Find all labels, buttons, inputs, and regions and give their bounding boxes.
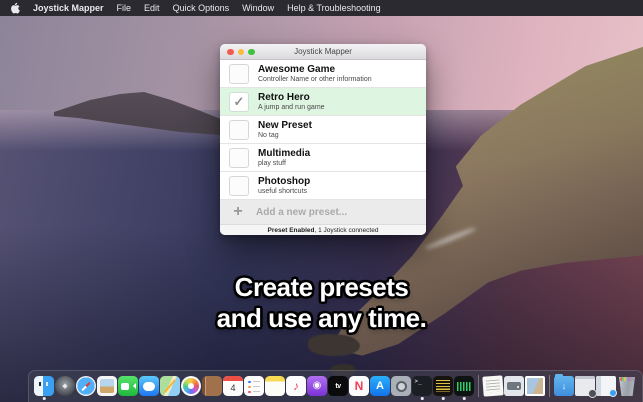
running-indicator xyxy=(420,397,424,400)
dock-icon-news[interactable]: N xyxy=(349,376,369,396)
wallpaper-rock xyxy=(308,334,360,356)
caption-line-1: Create presets xyxy=(234,272,409,302)
news-glyph: N xyxy=(354,379,364,393)
dock-icon-notes[interactable] xyxy=(265,376,285,396)
apple-menu-icon[interactable] xyxy=(10,2,20,14)
dock-icon-reminders[interactable] xyxy=(244,376,264,396)
preset-checkbox[interactable] xyxy=(229,119,249,140)
window-titlebar[interactable]: Joystick Mapper xyxy=(220,44,426,60)
zoom-button[interactable] xyxy=(248,48,255,55)
terminal-glyph: >_ xyxy=(414,377,422,385)
preset-tag: Controller Name or other information xyxy=(258,75,372,83)
dock-icon-facetime[interactable] xyxy=(118,376,138,396)
dock-icon-terminal[interactable]: >_ xyxy=(412,376,432,400)
app-store-glyph: A xyxy=(376,379,384,392)
dock-icon-finder[interactable] xyxy=(34,376,54,400)
status-preset-enabled: Preset Enabled xyxy=(267,226,315,234)
running-indicator xyxy=(462,397,466,400)
dock: ◆ 4 ♪ ◉ tv N A >_ ↓ xyxy=(28,370,643,402)
caption-line-2: and use any time. xyxy=(216,302,427,333)
preset-meta: Awesome Game Controller Name or other in… xyxy=(258,64,372,84)
preset-row-retro-hero[interactable]: ✓ Retro Hero A jump and run game xyxy=(220,88,426,116)
window-title: Joystick Mapper xyxy=(294,47,352,56)
dock-icon-document[interactable] xyxy=(482,375,504,397)
preset-name: Multimedia xyxy=(258,147,311,159)
preset-row-new-preset[interactable]: New Preset No tag xyxy=(220,116,426,144)
dock-icon-minimized-window-prefs[interactable] xyxy=(575,376,597,398)
menu-item-window[interactable]: Window xyxy=(242,3,274,13)
launchpad-glyph: ◆ xyxy=(62,382,68,390)
menu-app-name[interactable]: Joystick Mapper xyxy=(33,3,104,13)
add-preset-row[interactable]: + Add a new preset... xyxy=(220,200,426,225)
menu-item-quick-options[interactable]: Quick Options xyxy=(173,3,230,13)
menu-bar: Joystick Mapper File Edit Quick Options Win… xyxy=(0,0,643,16)
music-glyph: ♪ xyxy=(293,379,299,393)
preset-meta: New Preset No tag xyxy=(258,120,312,140)
menu-item-file[interactable]: File xyxy=(117,3,132,13)
traffic-lights xyxy=(227,48,255,55)
dock-separator xyxy=(478,375,479,397)
desktop-screen: Joystick Mapper File Edit Quick Options Win… xyxy=(0,0,643,402)
preset-name: New Preset xyxy=(258,119,312,131)
dock-icon-music[interactable]: ♪ xyxy=(286,376,306,396)
dock-icon-safari[interactable] xyxy=(76,376,96,396)
preset-checkbox[interactable] xyxy=(229,175,249,196)
status-bar: Preset Enabled, 1 Joystick connected xyxy=(220,225,426,235)
dock-icon-contacts[interactable] xyxy=(202,376,222,396)
plus-icon: + xyxy=(233,203,243,220)
marketing-caption: Create presets and use any time. xyxy=(0,272,643,333)
dock-icon-activity-monitor[interactable] xyxy=(454,376,474,400)
preset-row-photoshop[interactable]: Photoshop useful shortcuts xyxy=(220,172,426,200)
preset-meta: Retro Hero A jump and run game xyxy=(258,92,325,112)
dock-separator xyxy=(549,375,550,397)
dock-icon-screenshot-file[interactable] xyxy=(525,376,545,396)
preset-meta: Photoshop useful shortcuts xyxy=(258,176,310,196)
preset-row-awesome-game[interactable]: Awesome Game Controller Name or other in… xyxy=(220,60,426,88)
menu-items: File Edit Quick Options Window Help & Troubl… xyxy=(117,3,381,13)
dock-icon-app-store[interactable]: A xyxy=(370,376,390,396)
preset-row-multimedia[interactable]: Multimedia play stuff xyxy=(220,144,426,172)
dock-icon-maps[interactable] xyxy=(160,376,180,396)
podcasts-glyph: ◉ xyxy=(312,380,322,391)
preset-tag: play stuff xyxy=(258,159,286,167)
preset-name: Photoshop xyxy=(258,175,311,187)
preset-checkbox[interactable] xyxy=(229,63,249,84)
dock-icon-downloads-folder[interactable]: ↓ xyxy=(554,374,574,396)
dock-icon-launchpad[interactable]: ◆ xyxy=(55,376,75,396)
dock-icon-system-preferences[interactable] xyxy=(391,376,411,396)
close-button[interactable] xyxy=(227,48,234,55)
preset-name: Retro Hero xyxy=(258,91,310,103)
checkmark-icon: ✓ xyxy=(233,93,245,109)
status-joystick-connected: , 1 Joystick connected xyxy=(314,226,379,234)
dock-icon-tv[interactable]: tv xyxy=(328,376,348,396)
dock-icon-calendar[interactable]: 4 xyxy=(223,376,243,396)
menu-item-help-troubleshooting[interactable]: Help & Troubleshooting xyxy=(287,3,381,13)
calendar-badge: 4 xyxy=(230,382,236,393)
dock-icon-trash[interactable] xyxy=(619,377,635,396)
preset-checkbox-checked[interactable]: ✓ xyxy=(229,91,249,112)
downloads-folder-glyph: ↓ xyxy=(561,380,567,391)
dock-icon-preview[interactable] xyxy=(97,376,117,396)
preset-name: Awesome Game xyxy=(258,63,336,75)
minimize-button[interactable] xyxy=(237,48,244,55)
add-preset-label: Add a new preset... xyxy=(256,206,348,218)
tv-glyph: tv xyxy=(335,382,341,390)
dock-icon-disk-utility[interactable] xyxy=(504,376,524,396)
preset-checkbox[interactable] xyxy=(229,147,249,168)
menu-item-edit[interactable]: Edit xyxy=(144,3,160,13)
dock-icon-photos[interactable] xyxy=(181,376,201,396)
dock-icon-minimized-window-finder[interactable] xyxy=(596,376,617,397)
running-indicator xyxy=(441,397,445,400)
dock-icon-messages[interactable] xyxy=(139,376,159,396)
preset-tag: No tag xyxy=(258,131,279,139)
preset-tag: A jump and run game xyxy=(258,103,325,111)
running-indicator xyxy=(42,397,46,400)
dock-icon-monitor-app[interactable] xyxy=(433,376,453,400)
joystick-mapper-window: Joystick Mapper Awesome Game Controller … xyxy=(220,44,426,235)
dock-icon-podcasts[interactable]: ◉ xyxy=(307,376,327,396)
preset-tag: useful shortcuts xyxy=(258,187,308,195)
preset-meta: Multimedia play stuff xyxy=(258,148,310,168)
